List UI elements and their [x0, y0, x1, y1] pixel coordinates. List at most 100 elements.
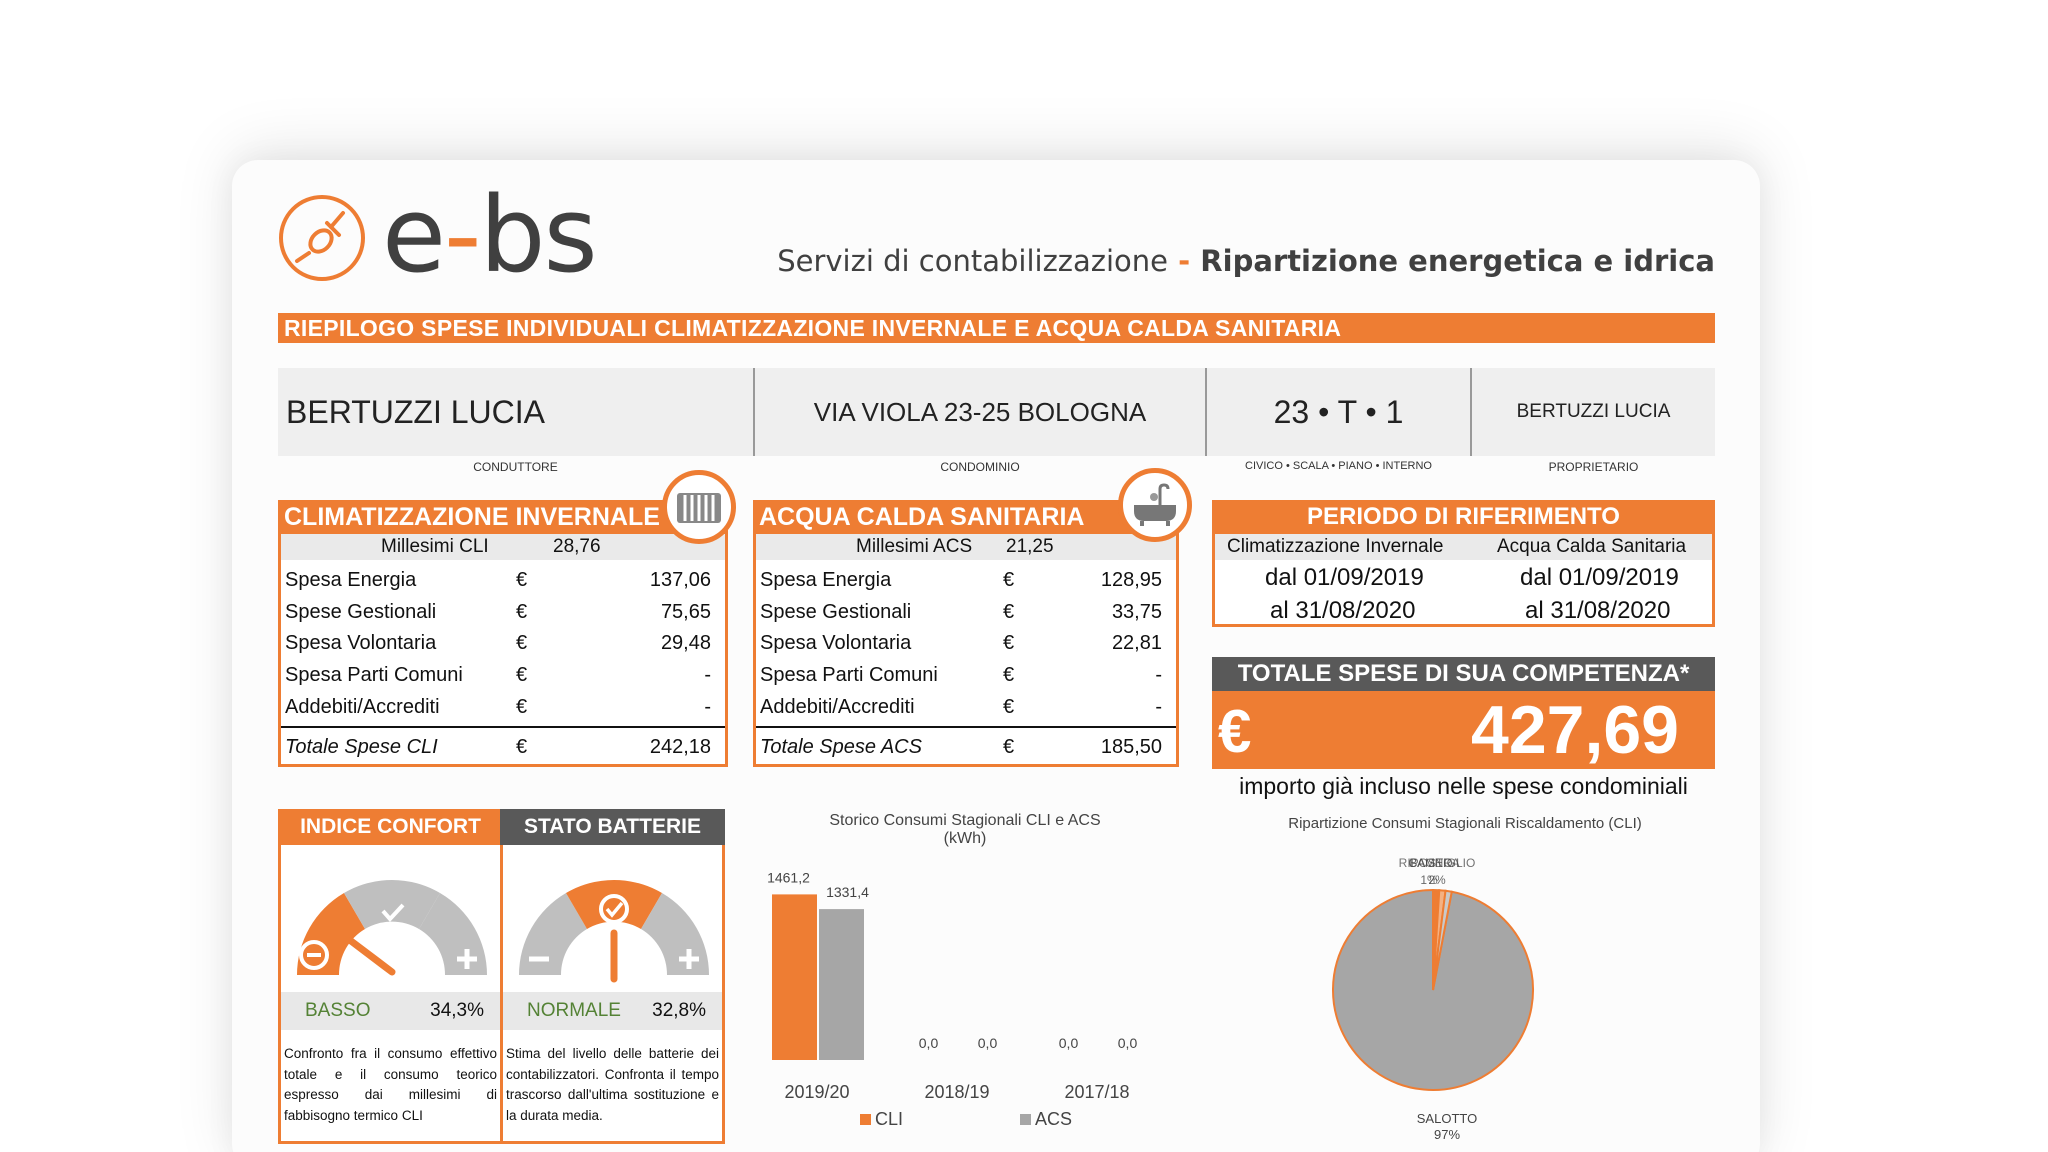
pie-chart-title: Ripartizione Consumi Stagionali Riscalda… [1288, 815, 1642, 832]
cli-row: Spesa Parti Comuni € - [281, 659, 725, 691]
batterie-gauge [519, 879, 709, 983]
totale-box: € 427,69 [1212, 691, 1715, 769]
row-value: - [704, 664, 711, 686]
row-currency: € [516, 601, 528, 623]
periodo-panel: PERIODO DI RIFERIMENTO Climatizzazione I… [1212, 500, 1715, 627]
row-currency: € [516, 569, 528, 591]
total-currency: € [516, 736, 528, 758]
bar-chart-title: Storico Consumi Stagionali CLI e ACS (kW… [760, 812, 1170, 848]
proprietario-box: BERTUZZI LUCIA [1472, 368, 1715, 456]
totale-value: 427,69 [1471, 692, 1679, 768]
tagline-part1: Servizi di contabilizzazione [777, 244, 1169, 278]
acs-total-row: Totale Spese ACS €185,50 [756, 726, 1176, 764]
confort-gauge [297, 879, 487, 976]
bar-cli [772, 894, 817, 1060]
tagline-separator: - [1178, 244, 1191, 278]
conduttore-label: CONDUTTORE [473, 460, 558, 474]
cli-row: Spesa Energia €137,06 [281, 564, 725, 596]
row-currency: € [1003, 696, 1015, 718]
batterie-title: STATO BATTERIE [500, 809, 725, 845]
confort-panel: INDICE CONFORT BASSO 34,3% Confronto fra… [278, 809, 503, 1144]
row-currency: € [516, 632, 528, 654]
acs-millesimi-label: Millesimi ACS [856, 536, 973, 557]
row-value: 137,06 [649, 569, 711, 591]
totale-title: TOTALE SPESE DI SUA COMPETENZA* [1212, 657, 1715, 691]
civico-box: 23 • T • 1 [1207, 368, 1470, 456]
row-value: 75,65 [660, 601, 711, 623]
pie-pct-salotto: 97% [1434, 1127, 1460, 1142]
acs-panel: ACQUA CALDA SANITARIA Millesimi ACS 21,2… [753, 500, 1179, 767]
periodo-columns: Climatizzazione Invernale Acqua Calda Sa… [1215, 534, 1712, 560]
logo-text: e-bs [382, 174, 598, 296]
x-tick-label: 2019/20 [784, 1082, 849, 1102]
row-label: Spese Gestionali [760, 601, 912, 623]
proprietario-name: BERTUZZI LUCIA [1516, 401, 1671, 422]
acs-row: Spesa Energia €128,95 [756, 564, 1176, 596]
row-value: 22,81 [1111, 632, 1162, 654]
batterie-percent: 32,8% [652, 1000, 706, 1021]
row-label: Spesa Energia [285, 569, 417, 591]
periodo-to1: al 31/08/2020 [1270, 597, 1416, 624]
row-currency: € [1003, 601, 1015, 623]
row-value: - [1155, 696, 1162, 718]
periodo-from2: dal 01/09/2019 [1520, 564, 1679, 591]
logo-icon [279, 195, 365, 281]
confort-status: BASSO [305, 1000, 371, 1021]
row-label: Spese Gestionali [285, 601, 437, 623]
bar-value-label: 0,0 [1059, 1035, 1079, 1051]
proprietario-label: PROPRIETARIO [1548, 460, 1639, 474]
pie-label-salotto: SALOTTO [1417, 1111, 1477, 1126]
legend-label-cli: CLI [875, 1109, 903, 1129]
total-value: 185,50 [1100, 736, 1162, 758]
total-currency: € [1003, 736, 1015, 758]
cli-millesimi: Millesimi CLI 28,76 [281, 534, 725, 560]
row-currency: € [1003, 664, 1015, 686]
cli-row: Spese Gestionali €75,65 [281, 596, 725, 628]
batterie-description: Stima del livello delle batterie dei con… [506, 1046, 719, 1123]
row-label: Spesa Volontaria [760, 632, 912, 654]
civico-label: CIVICO • SCALA • PIANO • INTERNO [1245, 460, 1432, 472]
cli-title: CLIMATIZZAZIONE INVERNALE [278, 500, 728, 534]
row-value: 29,48 [660, 632, 711, 654]
periodo-from1: dal 01/09/2019 [1265, 564, 1424, 591]
acs-row: Spesa Parti Comuni € - [756, 659, 1176, 691]
cli-row: Spesa Volontaria €29,48 [281, 627, 725, 659]
acs-row: Addebiti/Accrediti € - [756, 691, 1176, 723]
bar-chart-subtitle: (kWh) [943, 830, 987, 847]
pie-chart: SALOTTO97%BAGNOCAMERARIPOSTIGLIO1%2% [1332, 856, 1534, 1142]
row-label: Spesa Parti Comuni [285, 664, 463, 686]
totale-note: importo già incluso nelle spese condomin… [1239, 773, 1688, 799]
row-value: - [1155, 664, 1162, 686]
bar-value-label: 0,0 [1118, 1035, 1138, 1051]
conduttore-name: BERTUZZI LUCIA [286, 393, 545, 430]
bathtub-icon [1118, 468, 1192, 542]
batterie-status-bar: NORMALE 32,8% [503, 992, 722, 1030]
cli-millesimi-value: 28,76 [553, 536, 601, 557]
periodo-title: PERIODO DI RIFERIMENTO [1212, 500, 1715, 534]
acs-millesimi: Millesimi ACS 21,25 [756, 534, 1176, 560]
row-value: - [704, 696, 711, 718]
totale-currency: € [1218, 698, 1252, 765]
confort-title: INDICE CONFORT [278, 809, 503, 845]
bar-chart-title-text: Storico Consumi Stagionali CLI e ACS [829, 812, 1101, 829]
row-label: Spesa Volontaria [285, 632, 437, 654]
bar-acs [819, 909, 864, 1060]
row-label: Addebiti/Accrediti [285, 696, 440, 718]
batterie-panel: STATO BATTERIE NORMALE 32,8% Stima del l… [500, 809, 725, 1144]
section-banner: RIEPILOGO SPESE INDIVIDUALI CLIMATIZZAZI… [278, 313, 1715, 343]
confort-status-bar: BASSO 34,3% [281, 992, 500, 1030]
confort-description: Confronto fra il consumo effettivo total… [284, 1046, 497, 1123]
total-label: Totale Spese CLI [285, 736, 438, 758]
radiator-icon [662, 470, 736, 544]
total-label: Totale Spese ACS [760, 736, 922, 758]
acs-title: ACQUA CALDA SANITARIA [753, 500, 1179, 534]
row-label: Spesa Parti Comuni [760, 664, 938, 686]
confort-percent: 34,3% [430, 1000, 484, 1021]
x-tick-label: 2017/18 [1064, 1082, 1129, 1102]
cli-row: Addebiti/Accrediti € - [281, 691, 725, 723]
bar-value-label: 1461,2 [767, 869, 810, 885]
x-tick-label: 2018/19 [924, 1082, 989, 1102]
periodo-to2: al 31/08/2020 [1525, 597, 1671, 624]
acs-row: Spesa Volontaria €22,81 [756, 627, 1176, 659]
bar-value-label: 0,0 [919, 1035, 939, 1051]
